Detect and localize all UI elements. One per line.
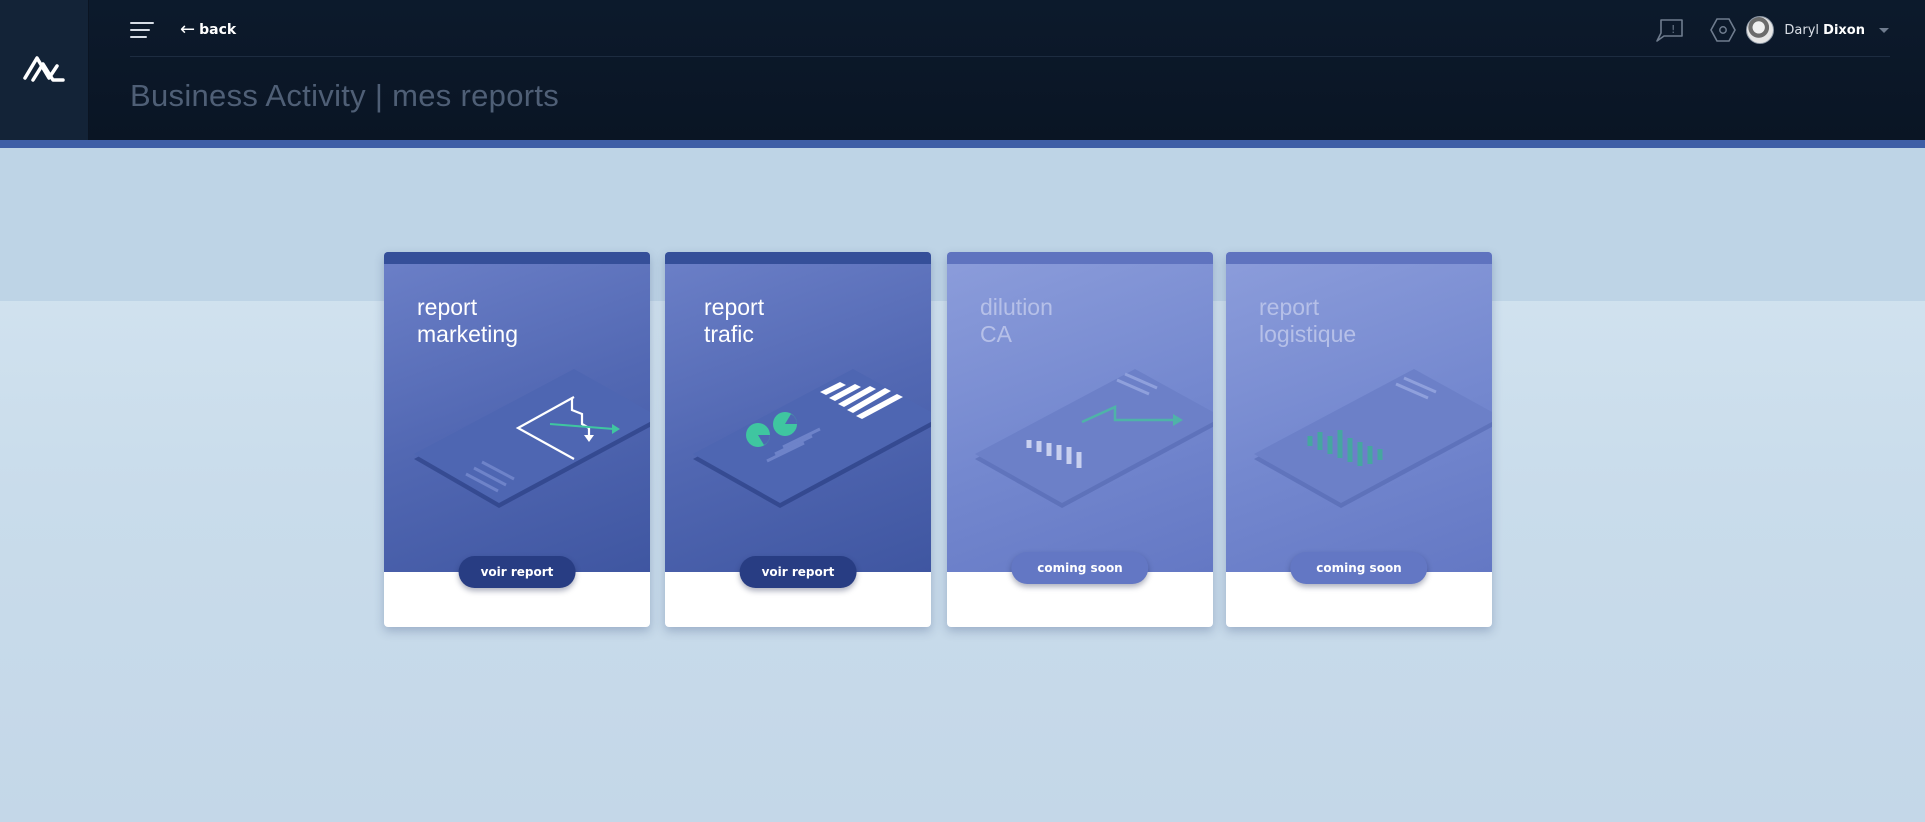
user-first-name: Daryl: [1784, 22, 1820, 38]
user-last-name: Dixon: [1823, 22, 1865, 38]
user-name: Daryl Dixon: [1784, 23, 1865, 38]
card-top-strip: [384, 252, 650, 264]
report-card-marketing[interactable]: report marketing voir report: [384, 252, 650, 627]
card-title: dilution CA: [980, 294, 1053, 348]
brand-logo-icon[interactable]: [22, 50, 66, 84]
card-title-line2: marketing: [417, 321, 518, 347]
back-label: back: [199, 22, 237, 38]
report-card-logistique: report logistique coming soon: [1226, 252, 1492, 627]
card-title: report trafic: [704, 294, 764, 348]
logo-column: [0, 0, 89, 140]
top-header: ← back Business Activity | mes reports !…: [0, 0, 1925, 140]
hamburger-menu-icon[interactable]: [130, 20, 154, 40]
card-title-line2: logistique: [1259, 321, 1357, 347]
card-title-line2: trafic: [704, 321, 754, 347]
back-link[interactable]: ← back: [180, 20, 236, 40]
card-title-line1: report: [417, 294, 478, 320]
voir-report-button[interactable]: voir report: [458, 556, 576, 588]
dilution-chart-icon: [975, 369, 1213, 508]
hexagon-settings-icon[interactable]: [1710, 16, 1736, 44]
card-title: report logistique: [1259, 294, 1356, 348]
card-illustration-area: report marketing: [384, 252, 650, 572]
marketing-chart-icon: [414, 369, 650, 508]
card-title-line2: CA: [980, 321, 1012, 347]
accent-bar: [0, 140, 1925, 148]
header-divider: [130, 56, 1890, 57]
voir-report-button[interactable]: voir report: [739, 556, 857, 588]
report-card-trafic[interactable]: report trafic voir report: [665, 252, 931, 627]
card-title-line1: report: [704, 294, 765, 320]
card-illustration-area: dilution CA: [947, 252, 1213, 572]
card-illustration-area: report trafic: [665, 252, 931, 572]
arrow-left-icon: ←: [180, 19, 196, 40]
coming-soon-button: coming soon: [1011, 552, 1149, 584]
svg-text:!: !: [1671, 23, 1675, 36]
avatar: [1746, 16, 1775, 44]
caret-down-icon: [1879, 27, 1889, 33]
user-menu[interactable]: Daryl Dixon: [1746, 16, 1889, 44]
card-top-strip: [947, 252, 1213, 264]
report-card-dilution: dilution CA coming soon: [947, 252, 1213, 627]
coming-soon-button: coming soon: [1290, 552, 1428, 584]
card-illustration-area: report logistique: [1226, 252, 1492, 572]
alert-flag-icon[interactable]: !: [1655, 16, 1685, 44]
card-top-strip: [1226, 252, 1492, 264]
card-title-line1: dilution: [980, 294, 1053, 320]
card-top-strip: [665, 252, 931, 264]
card-title-line1: report: [1259, 294, 1320, 320]
page-title: Business Activity | mes reports: [130, 78, 560, 113]
logistique-chart-icon: [1254, 369, 1492, 508]
trafic-chart-icon: [693, 369, 931, 508]
card-title: report marketing: [417, 294, 518, 348]
